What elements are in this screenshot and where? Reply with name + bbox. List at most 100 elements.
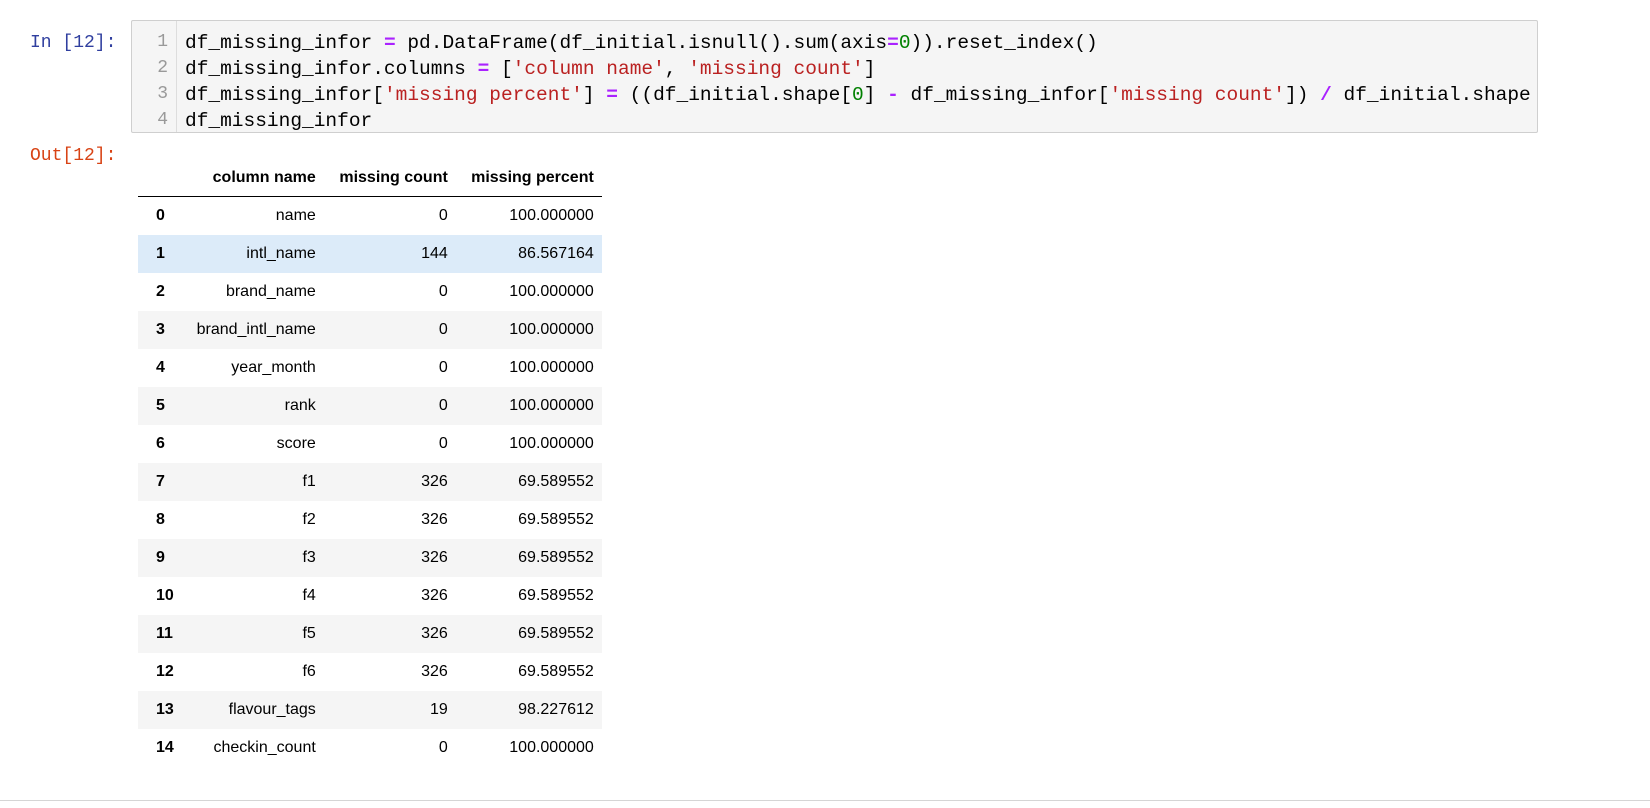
code-cell[interactable]: 1 2 3 4 df_missing_infor = pd.DataFrame(df_… xyxy=(131,20,1538,133)
code-token: df_missing_infor[ xyxy=(185,84,384,106)
dataframe-output: column name missing count missing percen… xyxy=(138,160,602,767)
column-header: missing percent xyxy=(455,160,602,197)
table-cell: 0 xyxy=(438,283,448,300)
code-line: df_missing_infor['missing percent'] = ((… xyxy=(185,82,1531,108)
table-cell: 86.567164 xyxy=(518,245,594,262)
code-token: 0 xyxy=(898,32,911,54)
table-row: 5 rank 0 100.000000 xyxy=(138,387,602,425)
table-cell: 0 xyxy=(438,207,448,224)
table-cell: 69.589552 xyxy=(518,511,594,528)
code-token: )).reset_index() xyxy=(910,32,1098,54)
code-token: = xyxy=(606,84,618,106)
code-token: [ xyxy=(489,58,513,80)
row-index: 3 xyxy=(156,321,165,338)
table-cell: f4 xyxy=(302,587,316,604)
table-row: 4 year_month 0 100.000000 xyxy=(138,349,602,387)
input-prompt: In [12]: xyxy=(30,33,117,53)
code-token: df_missing_infor xyxy=(185,32,384,54)
output-prompt: Out[12]: xyxy=(30,146,117,166)
code-token: = xyxy=(477,58,490,80)
table-cell: f5 xyxy=(302,625,316,642)
code-token: df_missing_infor xyxy=(185,110,373,132)
table-row: 1 intl_name 144 86.567164 xyxy=(138,235,602,273)
table-cell: brand_name xyxy=(225,283,316,300)
table-row: 11 f5 326 69.589552 xyxy=(138,615,602,653)
table-cell: 100.000000 xyxy=(509,397,594,414)
row-index: 0 xyxy=(156,207,165,224)
table-cell: 19 xyxy=(430,701,448,718)
table-row: 13 flavour_tags 19 98.227612 xyxy=(138,691,602,729)
table-cell: 326 xyxy=(421,625,448,642)
row-index: 6 xyxy=(156,435,165,452)
line-number: 2 xyxy=(157,58,168,78)
table-cell: score xyxy=(276,435,316,452)
row-index: 13 xyxy=(156,701,174,718)
row-index: 9 xyxy=(156,549,165,566)
code-token: df_initial.shape xyxy=(1331,84,1531,106)
table-cell: 144 xyxy=(421,245,448,262)
row-index: 4 xyxy=(156,359,165,376)
code-token: ] xyxy=(582,84,607,106)
table-cell: 100.000000 xyxy=(509,283,594,300)
code-token: , xyxy=(664,58,689,80)
code-token: 0 xyxy=(852,84,864,106)
code-line: df_missing_infor = pd.DataFrame(df_initi… xyxy=(185,30,1531,56)
line-number-gutter: 1 2 3 4 xyxy=(132,21,177,132)
divider xyxy=(0,800,1650,801)
table-cell: 100.000000 xyxy=(509,321,594,338)
table-cell: 0 xyxy=(438,397,448,414)
table-row: 0 name 0 100.000000 xyxy=(138,196,602,235)
table-row: 9 f3 326 69.589552 xyxy=(138,539,602,577)
line-number: 4 xyxy=(157,110,168,130)
table-cell: f6 xyxy=(302,663,316,680)
row-index: 12 xyxy=(156,663,174,680)
table-cell: 0 xyxy=(438,435,448,452)
code-line: df_missing_infor.columns = ['column name… xyxy=(185,56,1531,82)
code-token: ((df_initial.shape[ xyxy=(617,84,853,106)
table-cell: 0 xyxy=(438,739,448,756)
code-token: - xyxy=(887,84,899,106)
row-index: 14 xyxy=(156,739,174,756)
code-token: ]) xyxy=(1285,84,1321,106)
table-cell: f1 xyxy=(302,473,316,490)
row-index: 11 xyxy=(156,625,173,642)
index-header xyxy=(138,160,184,197)
code-token: 'column name' xyxy=(512,58,665,80)
row-index: 10 xyxy=(156,587,174,604)
table-row: 3 brand_intl_name 0 100.000000 xyxy=(138,311,602,349)
table-cell: name xyxy=(275,207,316,224)
code-token: 'missing percent' xyxy=(383,84,583,106)
table-cell: 69.589552 xyxy=(518,473,594,490)
code-token: / xyxy=(1320,84,1332,106)
table-cell: 326 xyxy=(421,473,448,490)
code-token: df_missing_infor.columns xyxy=(185,58,478,80)
code-token: ] xyxy=(863,84,888,106)
table-cell: f2 xyxy=(302,511,316,528)
table-cell: 69.589552 xyxy=(518,587,594,604)
column-header: missing count xyxy=(323,160,456,197)
table-cell: 0 xyxy=(438,321,448,338)
table-row: 8 f2 326 69.589552 xyxy=(138,501,602,539)
table-row: 10 f4 326 69.589552 xyxy=(138,577,602,615)
table-cell: 0 xyxy=(438,359,448,376)
table-cell: intl_name xyxy=(246,245,316,262)
row-index: 2 xyxy=(156,283,165,300)
table-cell: checkin_count xyxy=(213,739,316,756)
row-index: 1 xyxy=(156,245,165,262)
table-cell: rank xyxy=(284,397,316,414)
table-cell: 98.227612 xyxy=(518,701,594,718)
table-cell: 326 xyxy=(421,511,448,528)
table-cell: 100.000000 xyxy=(509,739,594,756)
row-index: 7 xyxy=(156,473,165,490)
code-token: ] xyxy=(863,58,876,80)
code-editor[interactable]: df_missing_infor = pd.DataFrame(df_initi… xyxy=(185,30,1531,132)
table-row: 7 f1 326 69.589552 xyxy=(138,463,602,501)
table-cell: 69.589552 xyxy=(518,663,594,680)
line-number: 3 xyxy=(157,84,168,104)
code-token: 'missing count' xyxy=(1109,84,1286,106)
table-row: 14 checkin_count 0 100.000000 xyxy=(138,729,602,767)
code-token: = xyxy=(383,32,396,54)
code-token: pd.DataFrame(df_initial.isnull().sum(axi… xyxy=(395,32,888,54)
code-token: df_missing_infor[ xyxy=(898,84,1110,106)
row-index: 5 xyxy=(156,397,165,414)
